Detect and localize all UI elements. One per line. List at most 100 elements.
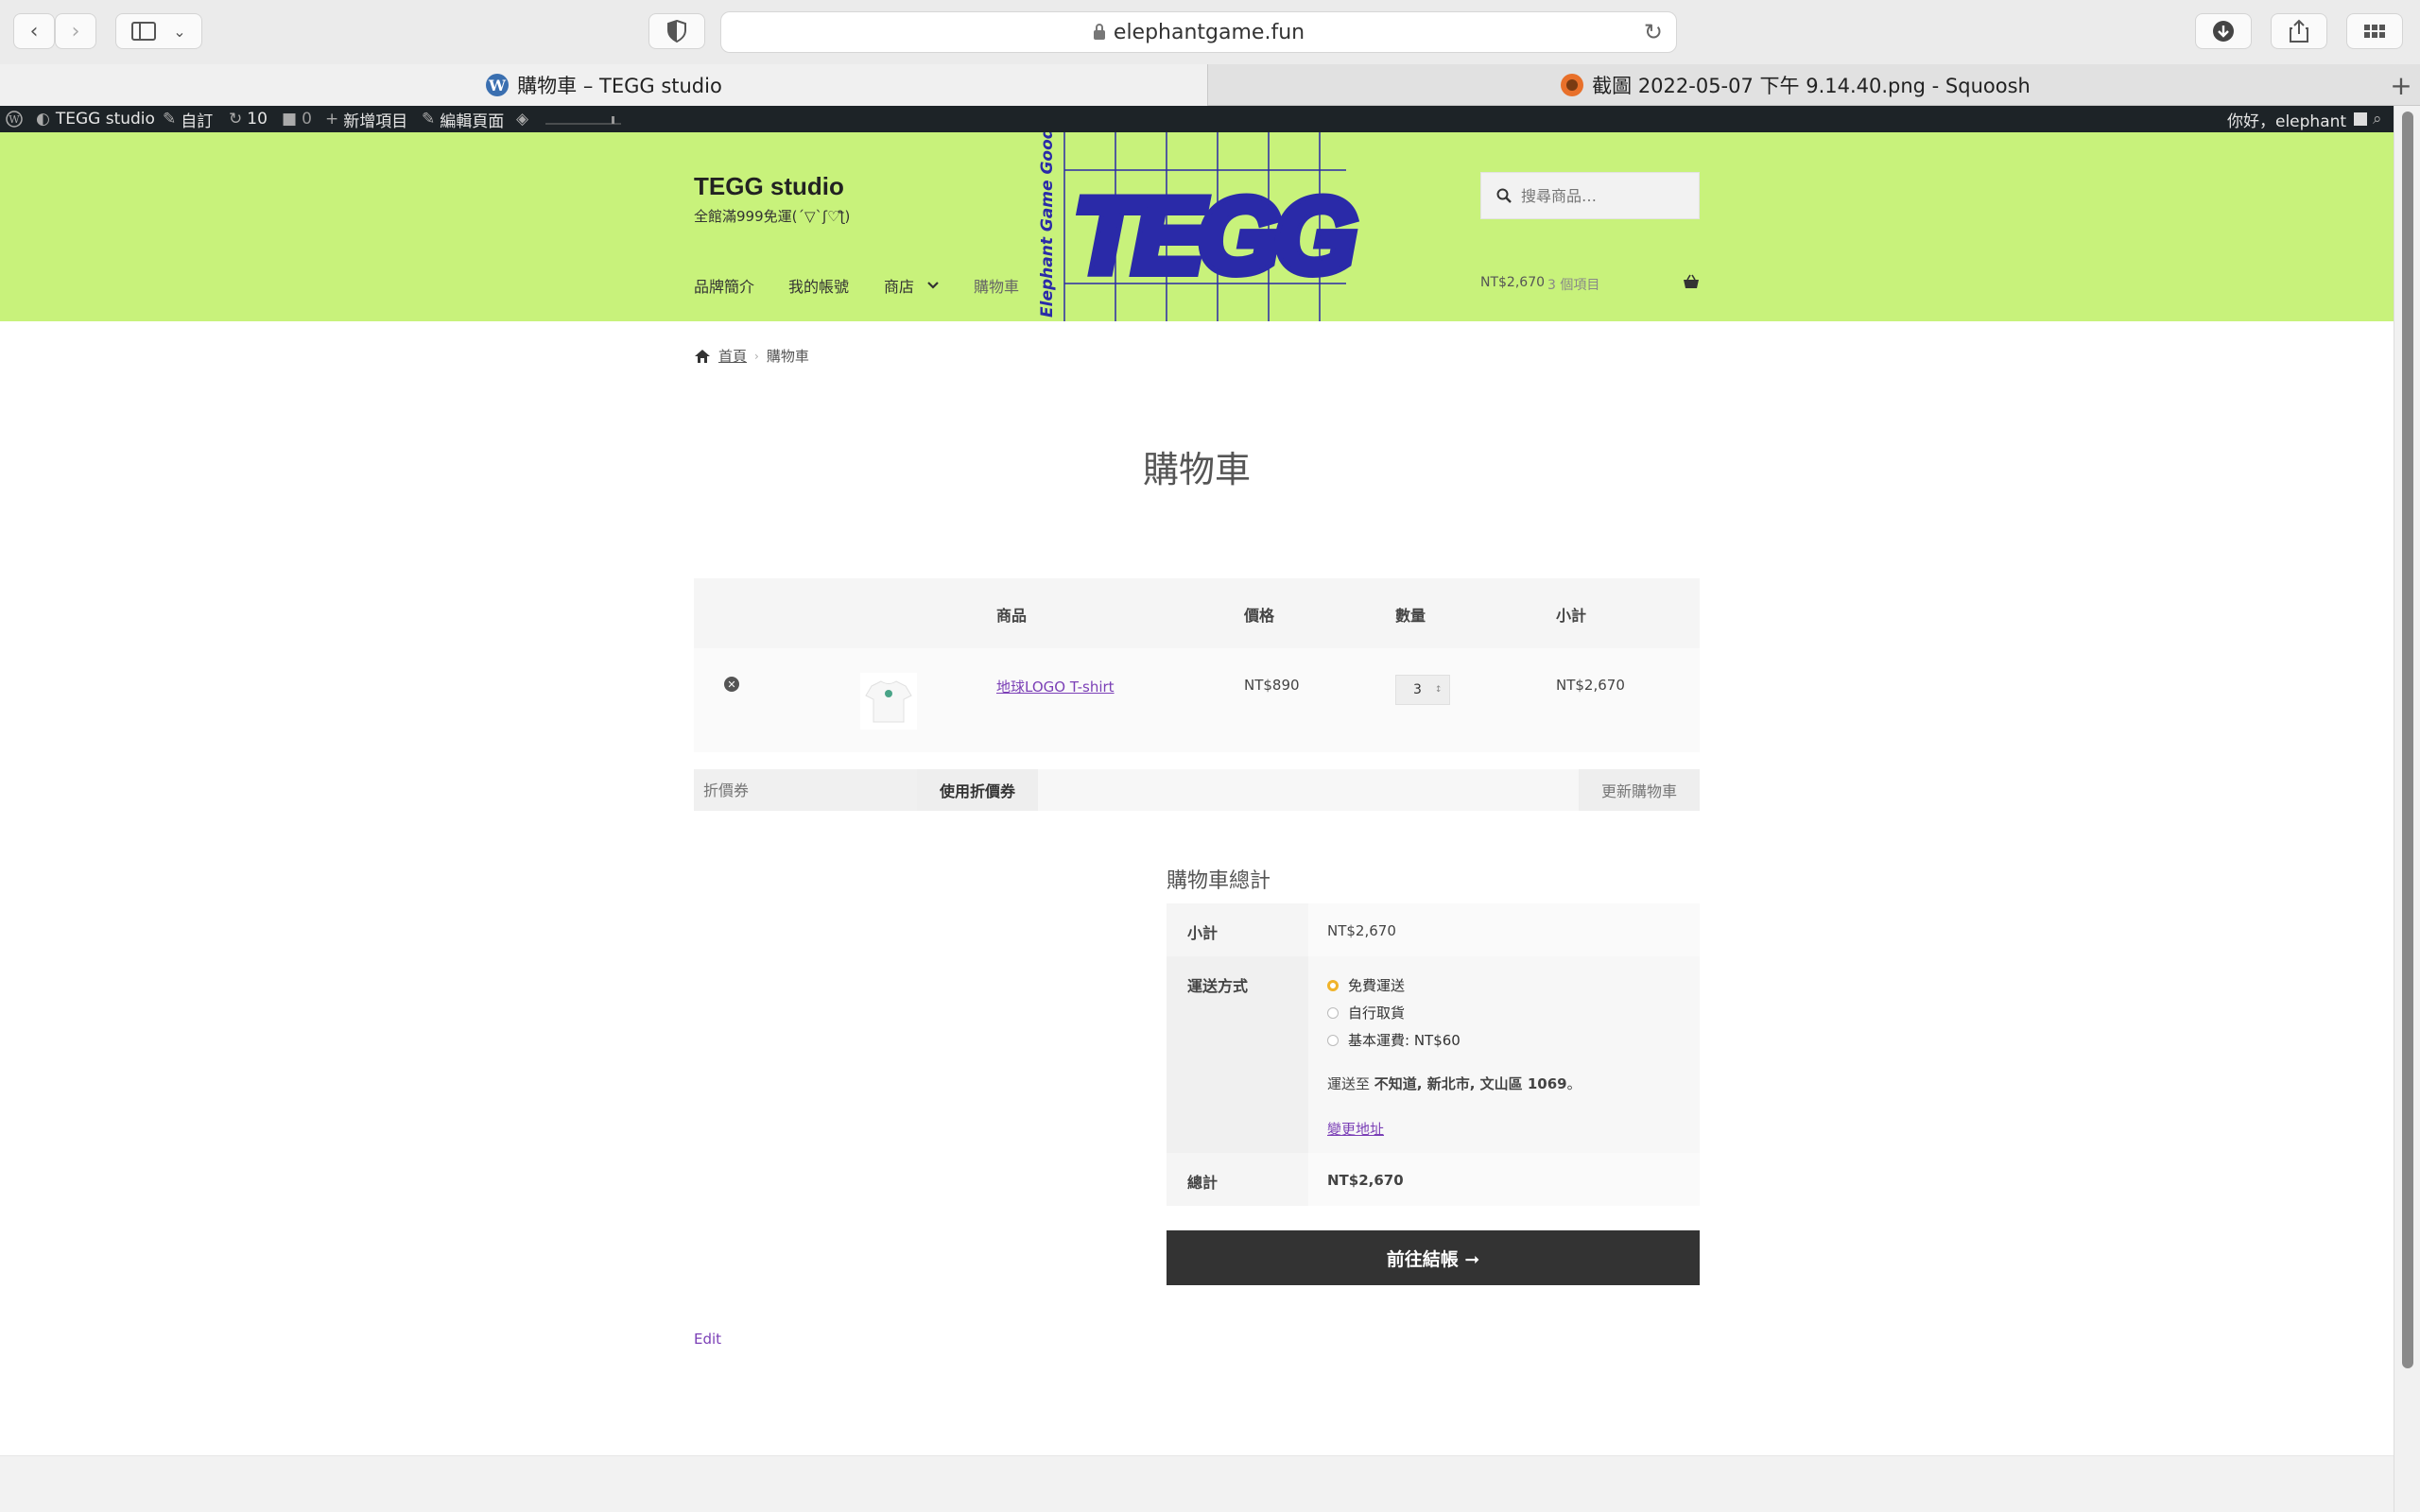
download-icon (2213, 21, 2234, 42)
coupon-input[interactable] (694, 769, 917, 811)
col-quantity: 數量 (1395, 607, 1426, 625)
back-button[interactable]: ‹ (13, 13, 55, 49)
admin-edit-page[interactable]: ✎ 編輯頁面 (422, 106, 504, 132)
subtotal-label: 小計 (1187, 924, 1219, 942)
search-icon (1496, 188, 1512, 203)
site-name-label: TEGG studio (55, 110, 155, 129)
cart-table-header: 商品 價格 數量 小計 (694, 578, 1700, 648)
search-icon: ⌕ (2373, 110, 2382, 129)
browser-toolbar: ‹ › ⌄ elephantgame.fun ↻ (0, 0, 2420, 64)
coupon-row: 使用折價券 更新購物車 (694, 769, 1700, 811)
shipping-option-label: 基本運費: NT$60 (1348, 1032, 1461, 1049)
privacy-shield-button[interactable] (648, 13, 705, 49)
product-name-link[interactable]: 地球LOGO T-shirt (996, 677, 1115, 696)
sidebar-button[interactable]: ⌄ (115, 13, 202, 49)
svg-text:W: W (488, 77, 507, 94)
product-search[interactable] (1480, 172, 1700, 219)
wordpress-icon: W (486, 74, 510, 96)
tab-squoosh[interactable]: 截圖 2022-05-07 下午 9.14.40.png - Squoosh (1209, 64, 2381, 106)
col-subtotal: 小計 (1556, 607, 1587, 625)
shipping-option-free[interactable]: 免費運送 (1327, 975, 1405, 995)
quantity-stepper[interactable]: 3 ↕ (1395, 675, 1450, 705)
admin-comments[interactable]: ■ 0 (282, 106, 312, 132)
shield-icon (667, 20, 686, 43)
tab-cart[interactable]: W 購物車 – TEGG studio (0, 64, 1208, 106)
tab-title: 購物車 – TEGG studio (517, 75, 722, 97)
update-icon: ↻ (229, 110, 243, 129)
forward-button[interactable]: › (55, 13, 96, 49)
site-header: TEGG studio 全館滿999免運(´▽`ʃ♡ƪ) TEGG TEGG E… (0, 132, 2394, 321)
apply-coupon-button[interactable]: 使用折價券 (917, 769, 1038, 811)
basket-icon[interactable] (1683, 274, 1700, 293)
svg-text:W: W (9, 113, 20, 126)
edit-link[interactable]: Edit (694, 1331, 721, 1348)
search-input[interactable] (1519, 185, 1689, 206)
admin-customize[interactable]: ✎ 自訂 (163, 106, 213, 132)
product-thumbnail[interactable] (860, 673, 917, 730)
shipping-destination: 運送至 不知道, 新北市, 文山區 1069。 (1327, 1074, 1582, 1093)
address-bar[interactable]: elephantgame.fun ↻ (720, 11, 1677, 53)
site-title[interactable]: TEGG studio (694, 172, 844, 201)
spinner-icon[interactable]: ↕ (1435, 685, 1443, 695)
tegg-logo: TEGG TEGG (1063, 132, 1364, 321)
site-tagline: 全館滿999免運(´▽`ʃ♡ƪ) (694, 208, 851, 225)
shipping-option-label: 免費運送 (1348, 977, 1406, 994)
admin-seo-menu[interactable]: ◈ (516, 106, 622, 132)
new-tab-button[interactable]: + (2382, 64, 2420, 106)
avatar (2354, 112, 2368, 126)
shipping-label: 運送方式 (1187, 977, 1249, 995)
squoosh-icon (1561, 74, 1584, 96)
lock-icon (1093, 24, 1105, 40)
header-cart-total[interactable]: NT$2,670 (1480, 275, 1545, 290)
total-label: 總計 (1187, 1174, 1219, 1192)
nav-item-cart[interactable]: 購物車 (974, 274, 1019, 297)
reload-icon[interactable]: ↻ (1644, 19, 1663, 45)
remove-item-icon[interactable]: ✕ (724, 677, 739, 692)
change-address-link[interactable]: 變更地址 (1327, 1119, 1384, 1139)
sidebar-icon (131, 22, 157, 41)
plus-icon: + (2390, 69, 2412, 101)
tab-overview-button[interactable] (2346, 13, 2403, 49)
nav-item-account[interactable]: 我的帳號 (788, 274, 849, 297)
downloads-button[interactable] (2195, 13, 2252, 49)
admin-search[interactable]: ⌕ (2373, 106, 2382, 132)
new-item-label: 新增項目 (343, 112, 408, 131)
chevron-left-icon: ‹ (29, 19, 39, 43)
admin-site-name[interactable]: ◐ TEGG studio (36, 106, 155, 132)
wp-logo-menu[interactable]: W (6, 106, 23, 132)
radio-checked-icon[interactable] (1327, 979, 1339, 991)
header-cart-count[interactable]: 3 個項目 (1547, 275, 1599, 294)
chevron-down-icon: ⌄ (173, 22, 186, 41)
page-scrollbar[interactable] (2394, 106, 2420, 1512)
plus-icon: + (325, 110, 339, 129)
wp-admin-bar: W ◐ TEGG studio ✎ 自訂 ↻ 10 ■ 0 + 新增項目 ✎ 編… (0, 106, 2420, 132)
brush-icon: ✎ (163, 110, 177, 129)
nav-item-about[interactable]: 品牌簡介 (694, 274, 754, 297)
proceed-to-checkout-button[interactable]: 前往結帳 ➞ (1167, 1230, 1700, 1285)
breadcrumb-home[interactable]: 首頁 (718, 346, 747, 366)
page-title: 購物車 (1142, 449, 1251, 490)
admin-account[interactable]: 你好，elephant (2227, 106, 2368, 132)
breadcrumb-current: 購物車 (766, 348, 809, 365)
cart-totals-heading: 購物車總計 (1167, 869, 1271, 893)
edit-page-label: 編輯頁面 (440, 112, 505, 131)
shipping-address: 不知道, 新北市, 文山區 1069 (1374, 1075, 1567, 1092)
quantity-value: 3 (1413, 682, 1422, 697)
logo-side-text: Elephant Game Good S (1038, 132, 1057, 318)
update-cart-button[interactable]: 更新購物車 (1579, 769, 1700, 811)
updates-count: 10 (247, 110, 268, 129)
tshirt-icon (865, 680, 912, 723)
radio-icon[interactable] (1327, 1006, 1339, 1019)
pencil-icon: ✎ (422, 110, 436, 129)
scrollbar-thumb[interactable] (2402, 112, 2413, 1368)
admin-new-item[interactable]: + 新增項目 (325, 106, 407, 132)
nav-item-shop[interactable]: 商店 (884, 274, 939, 297)
share-button[interactable] (2271, 13, 2327, 49)
site-logo[interactable]: TEGG TEGG Elephant Game Good S (1034, 132, 1401, 321)
tab-strip: W 購物車 – TEGG studio 截圖 2022-05-07 下午 9.1… (0, 64, 2420, 106)
admin-updates[interactable]: ↻ 10 (229, 106, 268, 132)
shipping-option-pickup[interactable]: 自行取貨 (1327, 1003, 1405, 1022)
radio-icon[interactable] (1327, 1034, 1339, 1046)
shipping-option-basic[interactable]: 基本運費: NT$60 (1327, 1030, 1461, 1050)
comment-icon: ■ (282, 110, 298, 129)
